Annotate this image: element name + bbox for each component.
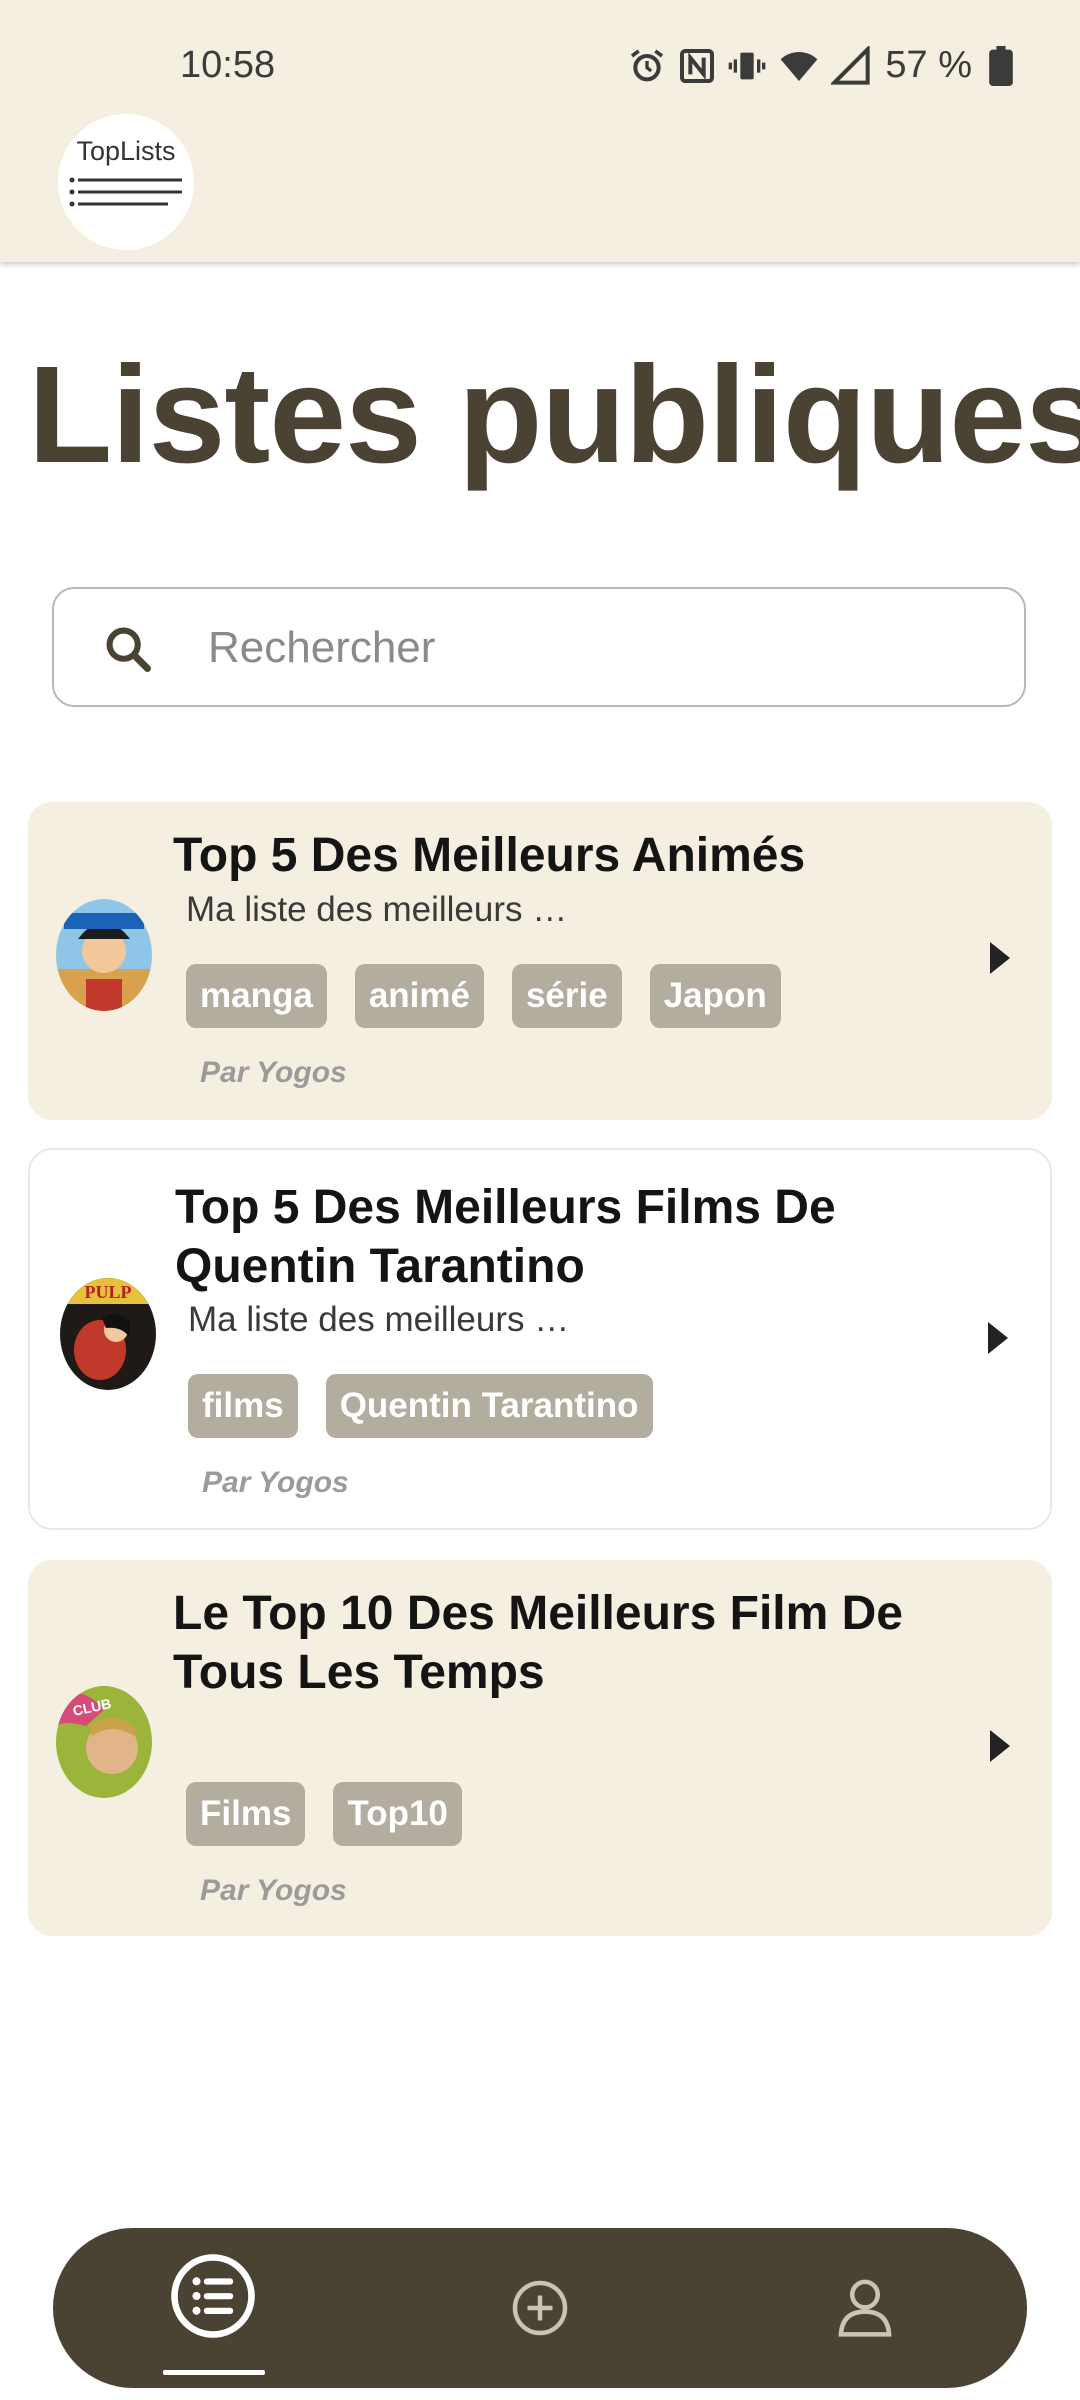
vibrate-icon: [727, 46, 767, 86]
tag[interactable]: animé: [354, 964, 484, 1028]
list-card[interactable]: CLUB Le Top 10 Des Meilleurs Film De Tou…: [28, 1560, 1052, 1936]
bottom-navigation: [53, 2228, 1027, 2388]
list-icon: [169, 2252, 257, 2345]
list-description: Ma liste des meilleurs …: [188, 1300, 570, 1339]
signal-icon: [831, 45, 871, 86]
add-icon: [510, 2278, 570, 2343]
app-logo[interactable]: TopLists: [58, 114, 194, 250]
list-title: Top 5 Des Meilleurs Animés: [173, 829, 806, 882]
list-author: Par Yogos: [202, 1466, 349, 1499]
list-title: Top 5 Des Meilleurs Films De Quentin Tar…: [175, 1181, 836, 1293]
status-time: 10:58: [180, 44, 276, 86]
tag[interactable]: Top10: [333, 1782, 462, 1846]
alarm-icon: [627, 46, 667, 86]
tag[interactable]: Quentin Tarantino: [325, 1374, 653, 1438]
chevron-right-icon[interactable]: [986, 1726, 1014, 1771]
nav-add-button[interactable]: [480, 2228, 600, 2388]
tag[interactable]: films: [188, 1374, 298, 1438]
tag[interactable]: manga: [186, 964, 327, 1028]
tag[interactable]: Japon: [649, 964, 781, 1028]
search-input[interactable]: [206, 589, 990, 707]
page-title: Listes publiques: [28, 338, 1080, 492]
app-header: 10:58 57 % TopLists: [0, 0, 1080, 262]
nav-profile-button[interactable]: [805, 2228, 925, 2388]
chevron-right-icon[interactable]: [986, 938, 1014, 983]
list-thumbnail-avatar: [56, 899, 152, 1011]
logo-text: TopLists: [76, 136, 176, 166]
tag-list: Films Top10: [186, 1782, 462, 1846]
chevron-right-icon[interactable]: [984, 1318, 1012, 1363]
tag[interactable]: série: [511, 964, 622, 1028]
tag-list: manga animé série Japon: [186, 964, 781, 1028]
battery-icon: [988, 45, 1014, 86]
list-thumbnail-avatar: PULP: [60, 1278, 156, 1390]
nfc-icon: [677, 46, 717, 86]
list-author: Par Yogos: [200, 1874, 347, 1907]
search-icon: [102, 623, 154, 680]
list-title: Le Top 10 Des Meilleurs Film De Tous Les…: [173, 1587, 903, 1699]
search-box[interactable]: [52, 587, 1026, 707]
list-thumbnail-avatar: CLUB: [56, 1686, 152, 1798]
list-author: Par Yogos: [200, 1056, 347, 1089]
active-tab-indicator: [163, 2370, 265, 2375]
wifi-icon: [777, 46, 821, 86]
list-card[interactable]: PULP Top 5 Des Meilleurs Films De Quenti…: [28, 1148, 1052, 1530]
nav-lists-button[interactable]: [155, 2228, 275, 2388]
svg-text:PULP: PULP: [85, 1282, 132, 1302]
tag[interactable]: Films: [186, 1782, 306, 1846]
list-card[interactable]: Top 5 Des Meilleurs Animés Ma liste des …: [28, 802, 1052, 1120]
tag-list: films Quentin Tarantino: [188, 1374, 653, 1438]
battery-percent: 57 %: [885, 44, 972, 86]
list-description: Ma liste des meilleurs …: [186, 890, 568, 929]
logo-lines-icon: [69, 177, 182, 207]
status-icons: 57 %: [627, 44, 1014, 87]
profile-icon: [831, 2272, 899, 2345]
